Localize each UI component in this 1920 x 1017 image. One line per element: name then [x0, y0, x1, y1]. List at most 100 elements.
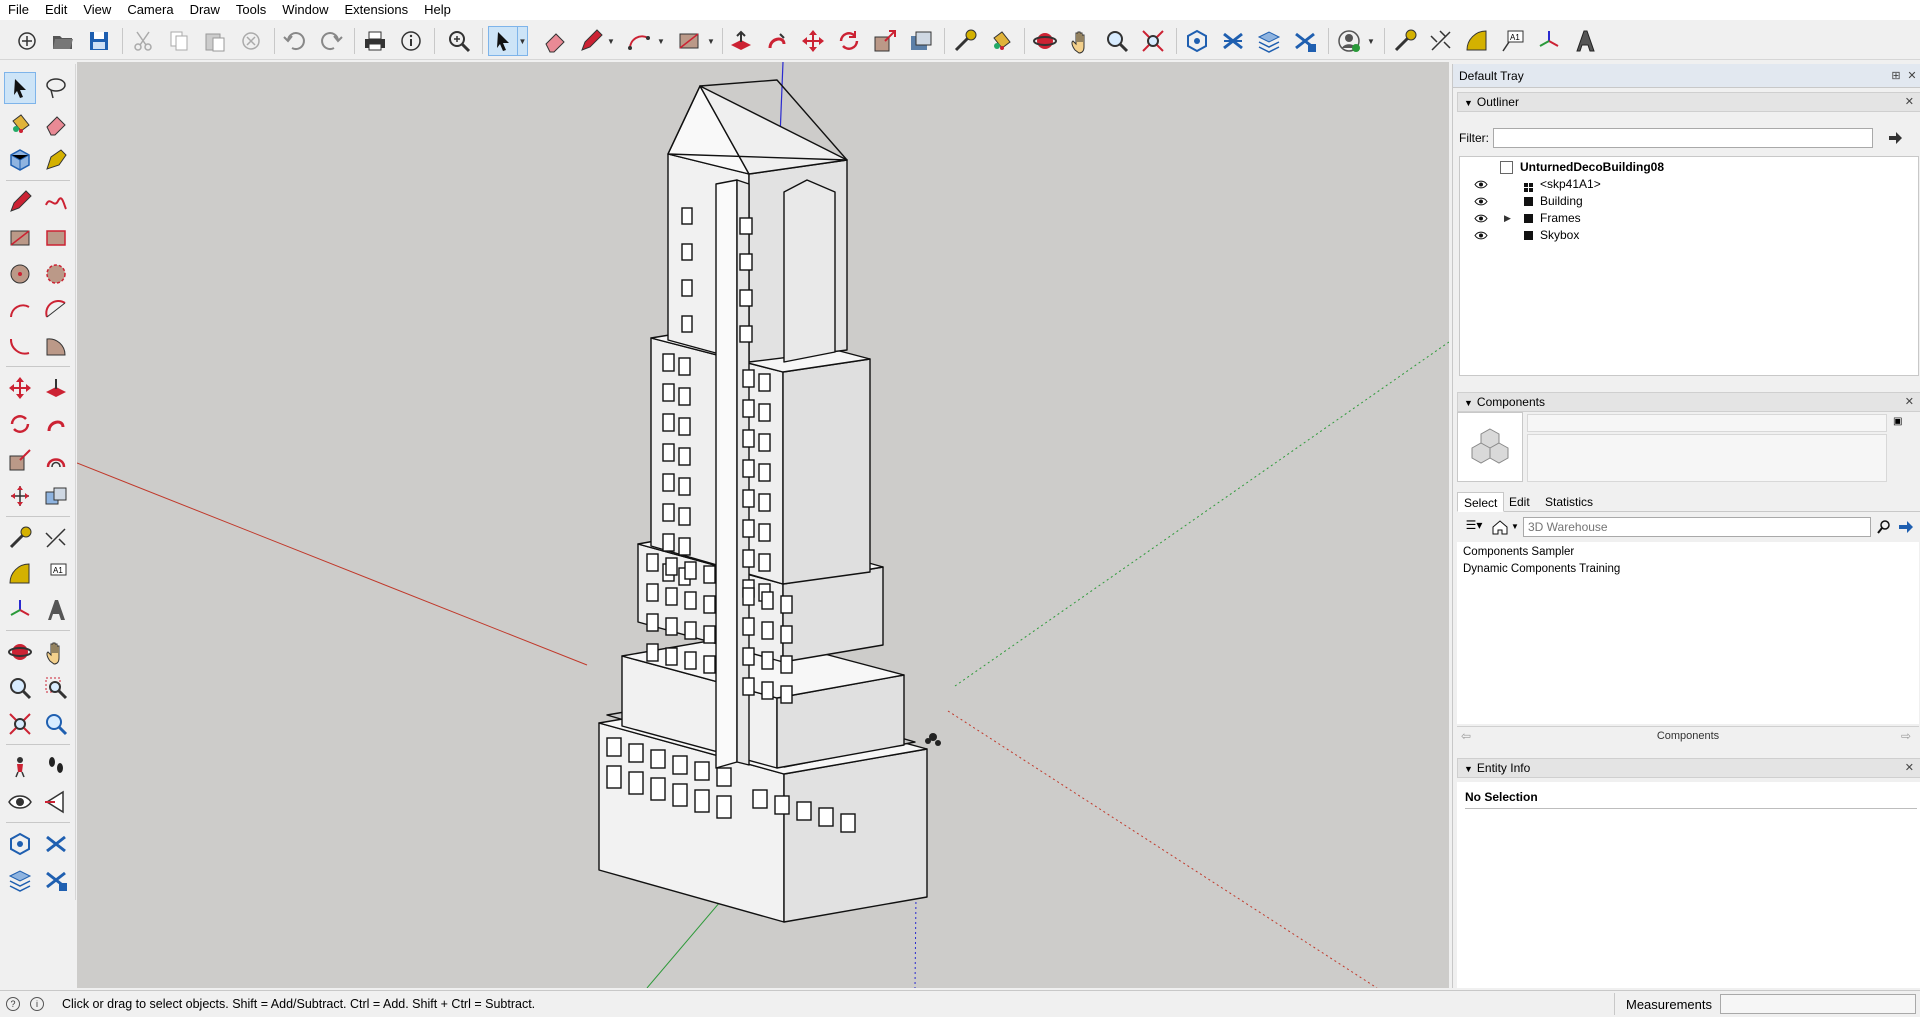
- outliner-item[interactable]: ▶ Frames: [1460, 210, 1916, 227]
- freehand-icon[interactable]: [40, 186, 72, 218]
- zoom-window-icon[interactable]: [40, 672, 72, 704]
- extension-warehouse-icon-left[interactable]: [40, 828, 72, 860]
- select-tool-dropdown[interactable]: ▼: [518, 26, 528, 56]
- zoom-extents-icon[interactable]: [1138, 26, 1168, 56]
- menu-help[interactable]: Help: [416, 0, 459, 20]
- rectangle-icon-left[interactable]: [4, 222, 36, 254]
- forward-arrow-icon[interactable]: ⇨: [1901, 729, 1911, 743]
- extension-manager-icon-left[interactable]: [40, 864, 72, 896]
- outliner-tree[interactable]: UnturnedDecoBuilding08 <skp41A1> Buildin…: [1459, 156, 1919, 376]
- outliner-root[interactable]: UnturnedDecoBuilding08: [1460, 159, 1916, 176]
- measurements-input[interactable]: [1720, 994, 1916, 1014]
- tag-icon[interactable]: [40, 144, 72, 176]
- rotate-icon[interactable]: [834, 26, 864, 56]
- zoom-icon[interactable]: [1102, 26, 1132, 56]
- push-pull-icon-left[interactable]: [40, 372, 72, 404]
- list-item[interactable]: Components Sampler: [1463, 544, 1574, 560]
- menu-window[interactable]: Window: [274, 0, 336, 20]
- walk-footprints-icon[interactable]: [40, 750, 72, 782]
- menu-camera[interactable]: Camera: [119, 0, 181, 20]
- print-icon[interactable]: [360, 26, 390, 56]
- zoom-icon-left[interactable]: [4, 672, 36, 704]
- section-plane-icon[interactable]: [40, 786, 72, 818]
- layout-layers-icon[interactable]: [1254, 26, 1284, 56]
- view-options-icon[interactable]: ☰▾: [1461, 518, 1487, 536]
- orbit-icon[interactable]: [1030, 26, 1060, 56]
- entity-info-header[interactable]: ▼ Entity Info ✕: [1457, 758, 1920, 778]
- orbit-icon-left[interactable]: [4, 636, 36, 668]
- outliner-header[interactable]: ▼ Outliner ✕: [1457, 92, 1920, 112]
- 3d-text-icon[interactable]: [1570, 26, 1600, 56]
- eraser-icon-left[interactable]: [40, 108, 72, 140]
- list-item[interactable]: Dynamic Components Training: [1463, 561, 1620, 577]
- arc-dropdown[interactable]: ▼: [656, 26, 666, 56]
- undo-icon[interactable]: [280, 26, 310, 56]
- pin-tray-icon[interactable]: ⊞: [1889, 69, 1903, 83]
- circle-icon[interactable]: [4, 258, 36, 290]
- push-pull-icon[interactable]: [726, 26, 756, 56]
- select-tool-icon[interactable]: [488, 26, 518, 56]
- position-camera-icon[interactable]: [4, 750, 36, 782]
- drawing-viewport[interactable]: [77, 62, 1449, 988]
- rotate-icon-left[interactable]: [4, 408, 36, 440]
- home-dropdown-icon[interactable]: ▼: [1511, 518, 1521, 536]
- eye-visibility-icon[interactable]: [1474, 179, 1488, 190]
- line-pencil-icon-left[interactable]: [4, 186, 36, 218]
- outer-shell-icon[interactable]: [40, 480, 72, 512]
- select-tool-icon-left[interactable]: [4, 72, 36, 104]
- tab-select[interactable]: Select: [1457, 492, 1505, 512]
- tape-measure-icon-2[interactable]: [1390, 26, 1420, 56]
- eye-visibility-icon[interactable]: [1474, 196, 1488, 207]
- follow-me-icon[interactable]: [762, 26, 792, 56]
- menu-edit[interactable]: Edit: [37, 0, 75, 20]
- extension-warehouse-icon[interactable]: [1218, 26, 1248, 56]
- component-details-icon[interactable]: ▣: [1893, 416, 1907, 432]
- line-pencil-icon[interactable]: [576, 26, 606, 56]
- geo-location-icon[interactable]: ?: [6, 997, 20, 1011]
- outliner-item[interactable]: Skybox: [1460, 227, 1916, 244]
- new-file-icon[interactable]: [12, 26, 42, 56]
- text-label-icon-left[interactable]: A1: [40, 558, 72, 590]
- warehouse-search-input[interactable]: [1523, 517, 1871, 537]
- dimension-icon[interactable]: [1426, 26, 1456, 56]
- eraser-icon[interactable]: [540, 26, 570, 56]
- save-icon[interactable]: [84, 26, 114, 56]
- axes-icon-left[interactable]: [4, 594, 36, 626]
- components-header[interactable]: ▼ Components ✕: [1457, 392, 1920, 412]
- paint-bucket-icon[interactable]: [986, 26, 1016, 56]
- tab-statistics[interactable]: Statistics: [1539, 492, 1599, 512]
- erase-selection-icon[interactable]: [236, 26, 266, 56]
- protractor-icon[interactable]: [1462, 26, 1492, 56]
- move-icon-left[interactable]: [4, 372, 36, 404]
- extension-manager-icon[interactable]: [1290, 26, 1320, 56]
- cut-icon[interactable]: [128, 26, 158, 56]
- details-arrow-icon[interactable]: [1897, 518, 1915, 536]
- zoom-extents-icon-left[interactable]: [4, 708, 36, 740]
- 3d-text-icon-left[interactable]: [40, 594, 72, 626]
- close-entity-info-icon[interactable]: ✕: [1905, 759, 1914, 777]
- close-components-icon[interactable]: ✕: [1905, 393, 1914, 411]
- arc-icon-left[interactable]: [4, 294, 36, 326]
- three-point-arc-icon[interactable]: [4, 330, 36, 362]
- scale-icon[interactable]: [870, 26, 900, 56]
- copy-icon[interactable]: [164, 26, 194, 56]
- warehouse-icon[interactable]: [1182, 26, 1212, 56]
- account-dropdown[interactable]: ▼: [1366, 26, 1376, 56]
- follow-me-icon-left[interactable]: [40, 408, 72, 440]
- close-outliner-icon[interactable]: ✕: [1905, 93, 1914, 111]
- two-point-arc-icon[interactable]: [40, 294, 72, 326]
- arc-icon[interactable]: [624, 26, 654, 56]
- offset-icon[interactable]: [906, 26, 936, 56]
- layout-layers-icon-left[interactable]: [4, 864, 36, 896]
- expand-triangle-icon[interactable]: ▶: [1504, 210, 1511, 227]
- move-icon[interactable]: [798, 26, 828, 56]
- account-icon[interactable]: [1334, 26, 1364, 56]
- outliner-item[interactable]: Building: [1460, 193, 1916, 210]
- open-folder-icon[interactable]: [48, 26, 78, 56]
- paint-bucket-icon-left[interactable]: [4, 108, 36, 140]
- flip-icon[interactable]: [4, 480, 36, 512]
- menu-file[interactable]: File: [0, 0, 37, 20]
- lasso-select-icon[interactable]: [40, 72, 72, 104]
- rotated-rectangle-icon[interactable]: [40, 222, 72, 254]
- offset-icon-left[interactable]: [40, 444, 72, 476]
